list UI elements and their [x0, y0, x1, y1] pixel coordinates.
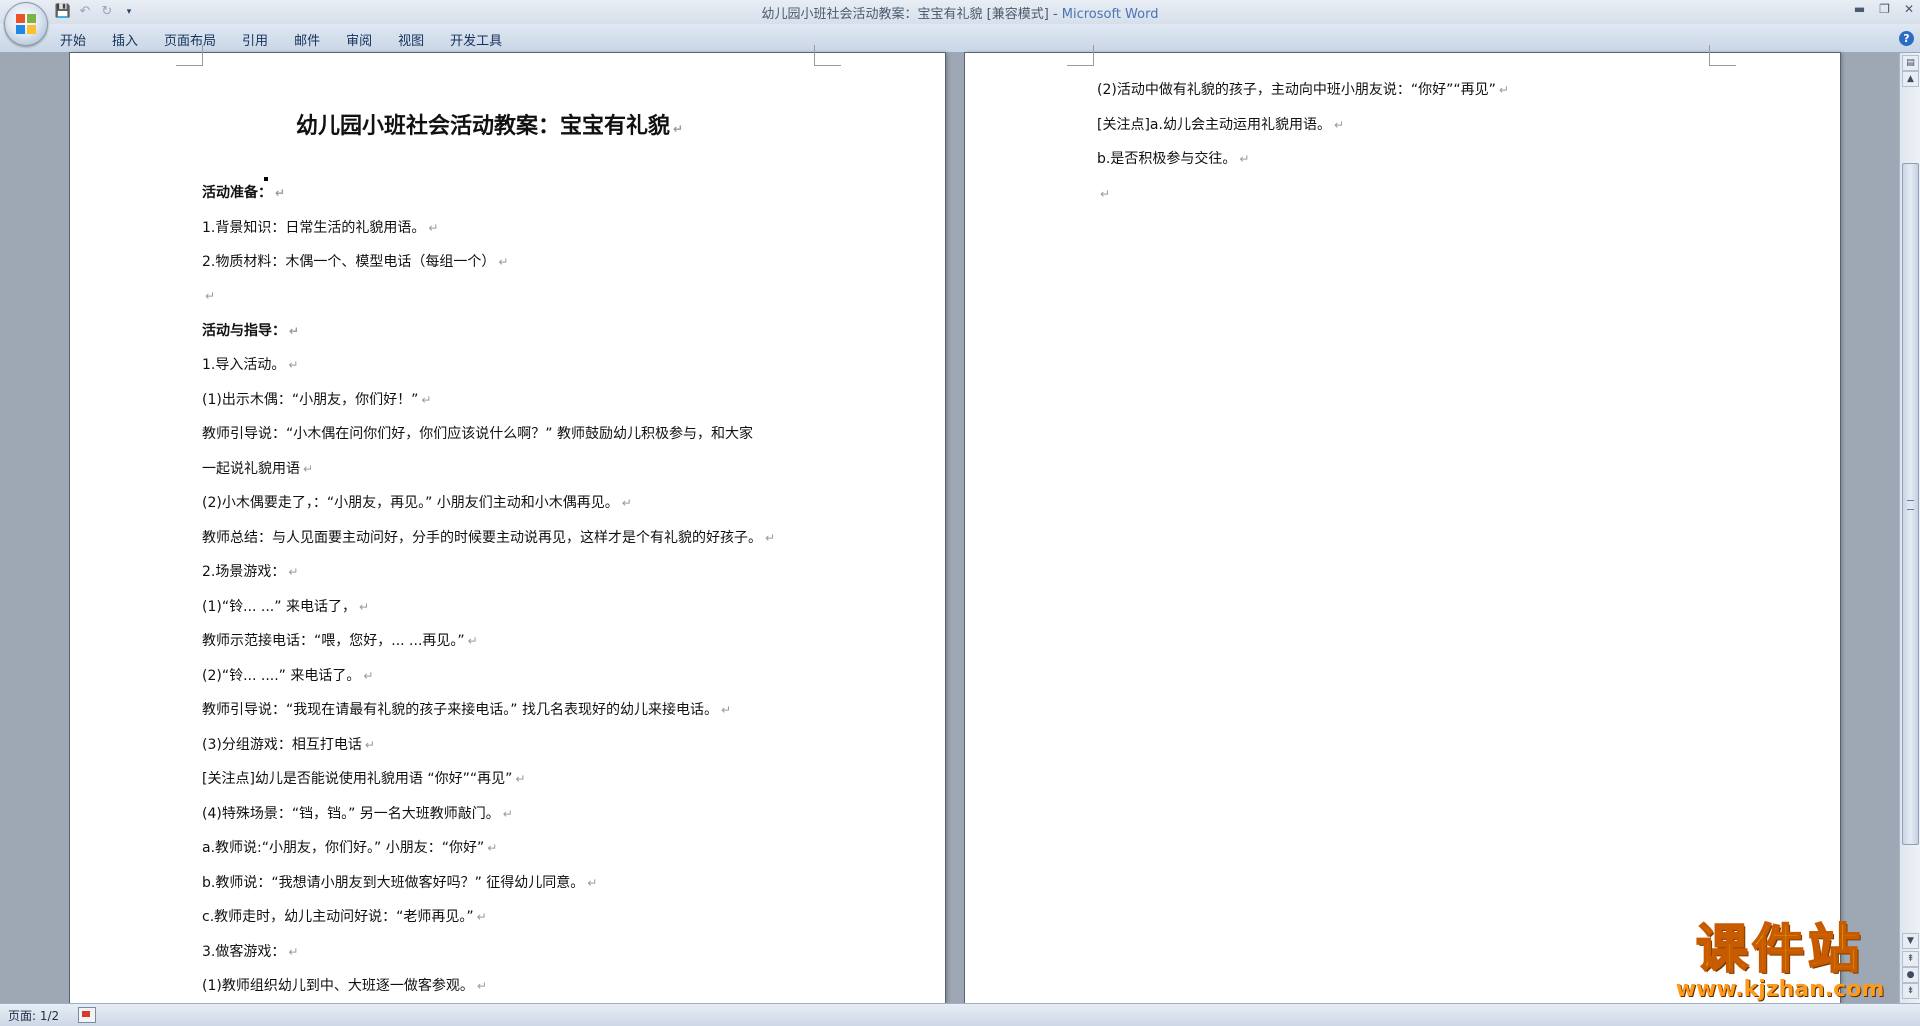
office-logo-icon	[16, 14, 36, 34]
grip-icon	[1907, 500, 1914, 510]
scroll-down-icon[interactable]: ▼	[1902, 933, 1919, 949]
document-page-1[interactable]: 幼儿园小班社会活动教案：宝宝有礼貌 ↵ 活动准备： ↵ 1.背景知识：日常生活的礼貌…	[70, 45, 945, 1003]
doc-line: 教师示范接电话：“喂，您好，... ...再见。” ↵	[202, 633, 478, 649]
vertical-scrollbar[interactable]: ▤ ▲ ▼ ⇞ ● ⇟	[1899, 53, 1920, 1003]
window-title: 幼儿园小班社会活动教案：宝宝有礼貌 [兼容模式] - Microsoft Wor…	[761, 7, 1159, 22]
watermark-logo: 课件站	[1695, 920, 1864, 980]
tab-references[interactable]: 引用	[229, 30, 281, 49]
crop-mark	[1067, 45, 1094, 66]
app-name: Microsoft Word	[1061, 7, 1159, 22]
doc-line: (2)“铃... ....” 来电话了。 ↵	[202, 668, 374, 684]
doc-line: b.是否积极参与交往。 ↵	[1097, 151, 1250, 167]
minimize-icon[interactable]: ▬	[1854, 2, 1865, 16]
office-button[interactable]	[4, 2, 48, 46]
tab-view[interactable]: 视图	[385, 30, 437, 49]
ruler-toggle-icon[interactable]: ▤	[1902, 55, 1919, 71]
doc-line: (2)小木偶要走了，：“小朋友，再见。” 小朋友们主动和小木偶再见。 ↵	[202, 495, 632, 511]
doc-line: ↵	[1100, 187, 1111, 201]
bullet-mark	[264, 177, 268, 181]
doc-line: [关注点]幼儿是否能说使用礼貌用语 “你好”“再见” ↵	[202, 771, 526, 787]
doc-line: 2.物质材料：木偶一个、模型电话（每组一个） ↵	[202, 254, 509, 270]
document-heading: 幼儿园小班社会活动教案：宝宝有礼貌 ↵	[296, 112, 683, 144]
doc-line: 2.场景游戏： ↵	[202, 564, 299, 580]
tab-developer[interactable]: 开发工具	[437, 30, 515, 49]
window-controls: ▬ ❐ ✕	[1854, 2, 1914, 16]
ribbon: 开始 插入 页面布局 引用 邮件 审阅 视图 开发工具 ?	[0, 24, 1920, 53]
select-browse-object-icon[interactable]: ●	[1902, 967, 1919, 983]
doc-line: b.教师说：“我想请小朋友到大班做客好吗？” 征得幼儿同意。 ↵	[202, 875, 598, 891]
document-title: 幼儿园小班社会活动教案：宝宝有礼貌 [兼容模式]	[761, 7, 1049, 22]
paragraph-mark: ↵	[673, 122, 684, 136]
tab-mailings[interactable]: 邮件	[281, 30, 333, 49]
doc-line: a.教师说:“小朋友，你们好。” 小朋友：“你好” ↵	[202, 840, 498, 856]
doc-line: 1.导入活动。 ↵	[202, 357, 299, 373]
next-page-icon[interactable]: ⇟	[1902, 983, 1919, 999]
doc-line: (2)活动中做有礼貌的孩子，主动向中班小朋友说：“你好”“再见” ↵	[1097, 82, 1509, 98]
doc-line: [关注点]a.幼儿会主动运用礼貌用语。 ↵	[1097, 117, 1345, 133]
scrollbar-thumb[interactable]	[1902, 163, 1919, 845]
proofing-icon[interactable]	[78, 1007, 96, 1023]
crop-mark	[176, 45, 203, 66]
page-count[interactable]: 页面: 1/2	[8, 1007, 59, 1024]
close-icon[interactable]: ✕	[1904, 2, 1914, 16]
doc-line: 一起说礼貌用语 ↵	[202, 461, 314, 477]
tab-home[interactable]: 开始	[50, 30, 99, 49]
watermark-url: www.kjzhan.com	[1675, 977, 1885, 1002]
doc-line: 活动准备： ↵	[202, 185, 286, 201]
previous-page-icon[interactable]: ⇞	[1902, 951, 1919, 967]
doc-line: (3)分组游戏：相互打电话 ↵	[202, 737, 375, 753]
scroll-up-icon[interactable]: ▲	[1902, 71, 1919, 87]
heading-text: 幼儿园小班社会活动教案：宝宝有礼貌	[296, 114, 671, 139]
doc-line: c.教师走时，幼儿主动问好说：“老师再见。” ↵	[202, 909, 487, 925]
doc-line: (1)“铃... ...” 来电话了， ↵	[202, 599, 370, 615]
status-bar: 页面: 1/2	[0, 1003, 1920, 1026]
crop-mark	[1709, 45, 1736, 66]
watermark: 课件站 www.kjzhan.com	[1664, 920, 1896, 1002]
doc-line: 教师总结：与人见面要主动问好，分手的时候要主动说再见，这样才是个有礼貌的好孩子。…	[202, 530, 776, 546]
doc-line: 1.背景知识：日常生活的礼貌用语。 ↵	[202, 220, 439, 236]
doc-line: 3.做客游戏： ↵	[202, 944, 299, 960]
tab-insert[interactable]: 插入	[99, 30, 151, 49]
doc-line: (4)特殊场景：“铛，铛。” 另一名大班教师敲门。 ↵	[202, 806, 513, 822]
doc-line: (1)教师组织幼儿到中、大班逐一做客参观。 ↵	[202, 978, 487, 994]
document-page-2[interactable]: (2)活动中做有礼貌的孩子，主动向中班小朋友说：“你好”“再见” ↵ [关注点]a…	[965, 45, 1840, 1003]
doc-line: 教师引导说：“小木偶在问你们好，你们应该说什么啊？” 教师鼓励幼儿积极参与，和大…	[202, 426, 753, 442]
doc-line: ↵	[205, 289, 216, 303]
ribbon-tabs: 开始 插入 页面布局 引用 邮件 审阅 视图 开发工具	[50, 30, 515, 49]
doc-line: (1)出示木偶：“小朋友，你们好！” ↵	[202, 392, 432, 408]
title-bar: 💾 ↶ ↻ ▾ 幼儿园小班社会活动教案：宝宝有礼貌 [兼容模式] - Micro…	[0, 0, 1920, 25]
document-workspace: 幼儿园小班社会活动教案：宝宝有礼貌 ↵ 活动准备： ↵ 1.背景知识：日常生活的礼貌…	[0, 45, 1900, 1003]
tab-review[interactable]: 审阅	[333, 30, 385, 49]
doc-line: 活动与指导： ↵	[202, 323, 300, 339]
restore-icon[interactable]: ❐	[1879, 2, 1890, 16]
doc-line: 教师引导说：“我现在请最有礼貌的孩子来接电话。” 找几名表现好的幼儿来接电话。 ↵	[202, 702, 732, 718]
crop-mark	[814, 45, 841, 66]
help-icon[interactable]: ?	[1899, 31, 1914, 46]
